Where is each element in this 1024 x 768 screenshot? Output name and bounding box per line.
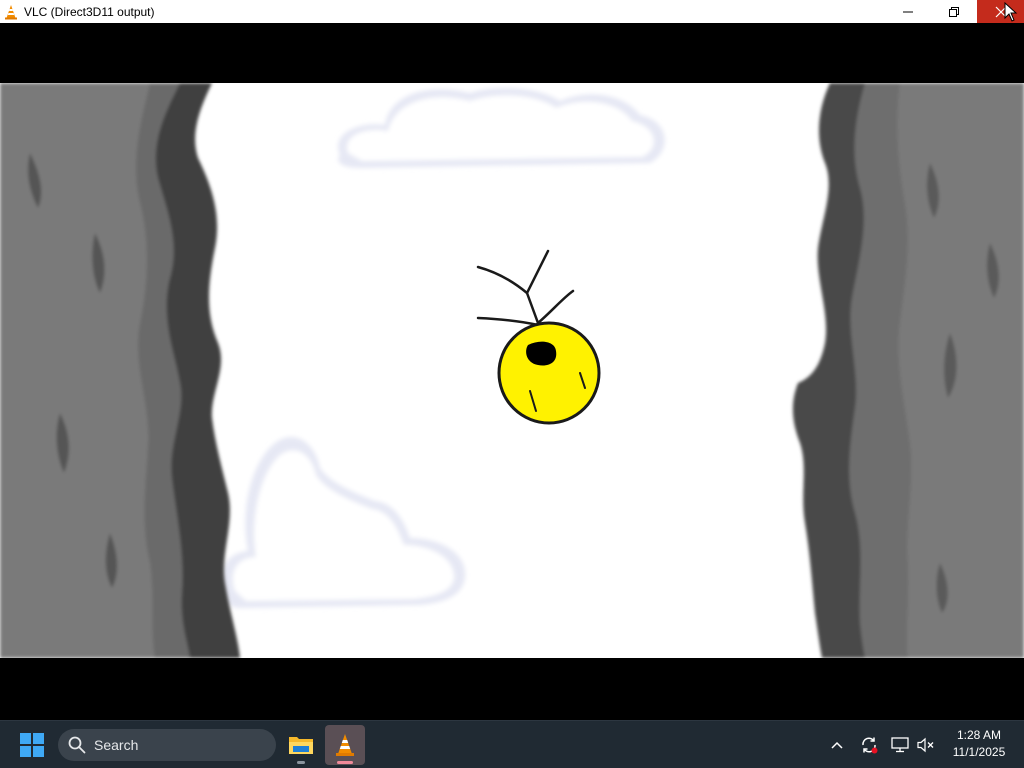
- start-button[interactable]: [12, 727, 52, 763]
- system-clock[interactable]: 1:28 AM 11/1/2025: [944, 727, 1014, 763]
- windows-logo-icon: [20, 733, 44, 757]
- minimize-icon: [903, 11, 913, 12]
- tray-update[interactable]: [857, 733, 881, 757]
- network-icon: [891, 737, 909, 753]
- restore-button[interactable]: [931, 0, 977, 23]
- taskbar: Search 1:28 AM 11/1/2025: [0, 720, 1024, 768]
- rock-wall-right: [792, 83, 1024, 658]
- update-icon: [862, 737, 878, 754]
- taskbar-search[interactable]: Search: [58, 729, 276, 761]
- taskbar-file-explorer[interactable]: [281, 725, 321, 765]
- title-bar: VLC (Direct3D11 output): [0, 0, 1024, 23]
- restore-icon: [949, 6, 959, 17]
- window-title: VLC (Direct3D11 output): [24, 4, 155, 19]
- tray-volume[interactable]: [914, 733, 938, 757]
- vlc-icon: [336, 734, 354, 756]
- file-explorer-icon: [289, 737, 313, 754]
- clock-date: 11/1/2025: [952, 745, 1006, 759]
- chevron-up-icon: [831, 741, 843, 749]
- video-frame: [0, 83, 1024, 658]
- taskbar-vlc[interactable]: [325, 725, 365, 765]
- search-icon: [68, 736, 86, 754]
- video-output[interactable]: [0, 23, 1024, 720]
- show-hidden-icons[interactable]: [825, 733, 849, 757]
- tray-network[interactable]: [888, 733, 912, 757]
- mouse-cursor-icon: [1004, 2, 1018, 22]
- search-placeholder: Search: [94, 737, 139, 753]
- running-indicator: [297, 761, 305, 764]
- minimize-button[interactable]: [885, 0, 931, 23]
- active-indicator: [337, 761, 353, 764]
- clock-time: 1:28 AM: [956, 728, 1002, 742]
- vlc-cone-icon: [5, 4, 17, 19]
- volume-muted-icon: [917, 737, 934, 753]
